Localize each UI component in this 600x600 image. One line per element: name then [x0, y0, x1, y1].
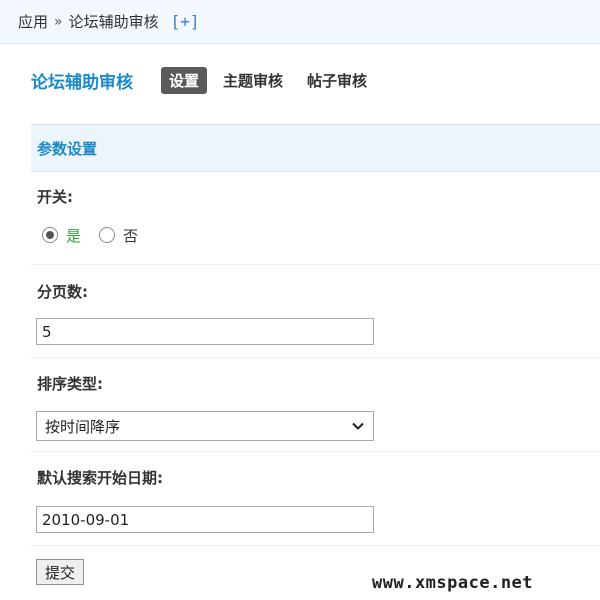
- field-divider: [31, 264, 600, 265]
- page-title: 论坛辅助审核: [31, 72, 133, 93]
- field-divider: [31, 357, 600, 358]
- breadcrumb: 应用 » 论坛辅助审核 [+]: [0, 0, 600, 44]
- breadcrumb-separator: »: [54, 13, 63, 30]
- switch-no-radio[interactable]: [99, 227, 116, 243]
- page-size-label: 分页数:: [37, 283, 88, 301]
- add-shortcut-link[interactable]: [+]: [171, 12, 200, 31]
- default-search-date-label: 默认搜索开始日期:: [37, 469, 163, 487]
- section-title: 参数设置: [37, 139, 98, 158]
- switch-radio-group: 是 否: [42, 224, 138, 246]
- sort-type-select[interactable]: 按时间降序: [36, 411, 374, 441]
- default-search-date-input[interactable]: 2010-09-01: [36, 506, 374, 533]
- breadcrumb-current: 论坛辅助审核: [68, 13, 159, 31]
- page-header: 论坛辅助审核 设置 主题审核 帖子审核: [31, 64, 383, 96]
- switch-yes-radio[interactable]: [42, 227, 58, 243]
- breadcrumb-root-link[interactable]: 应用: [18, 11, 48, 32]
- tab-settings[interactable]: 设置: [161, 66, 208, 94]
- field-divider: [31, 451, 600, 452]
- sort-type-selected: 按时间降序: [45, 417, 121, 436]
- tab-post-review[interactable]: 帖子审核: [299, 67, 375, 94]
- sort-type-label: 排序类型:: [37, 375, 103, 393]
- watermark: www.xmspace.net: [372, 573, 534, 593]
- switch-no-label: 否: [123, 226, 139, 245]
- switch-yes-label: 是: [66, 226, 82, 245]
- chevron-down-icon: [352, 422, 364, 430]
- page-size-input[interactable]: 5: [36, 318, 374, 345]
- switch-label: 开关:: [37, 188, 73, 206]
- section-header: 参数设置: [31, 124, 600, 172]
- tab-thread-review[interactable]: 主题审核: [215, 67, 291, 94]
- field-divider: [31, 545, 600, 546]
- submit-button[interactable]: 提交: [36, 559, 84, 585]
